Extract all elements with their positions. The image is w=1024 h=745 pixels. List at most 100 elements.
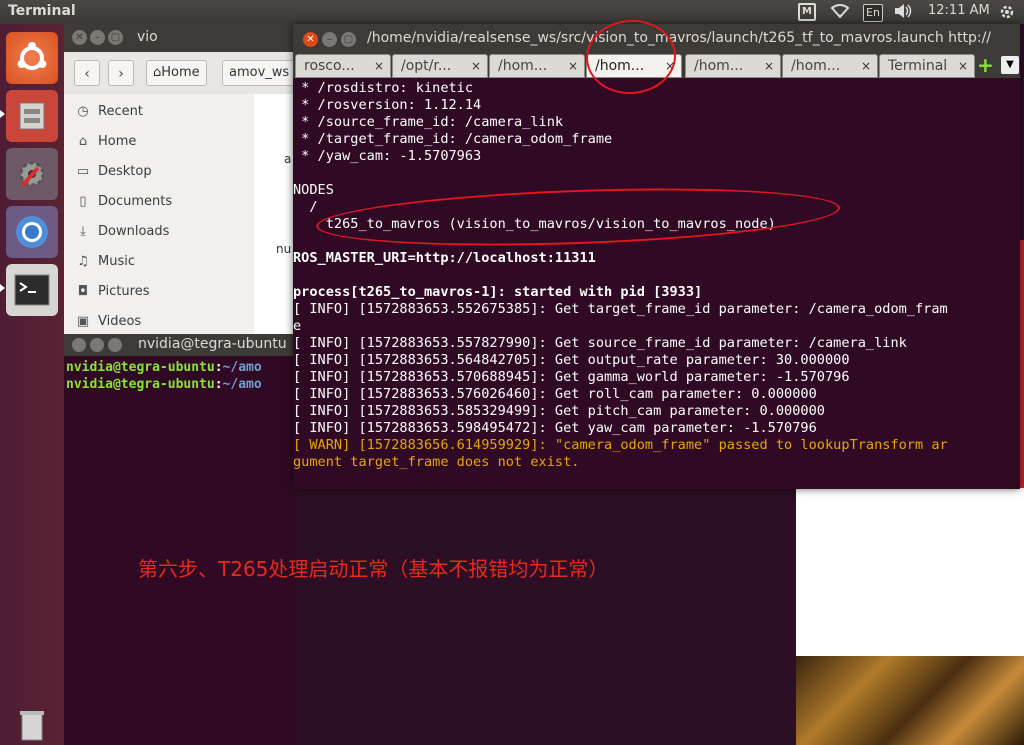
output-line: ROS_MASTER_URI=http://localhost:11311 (293, 250, 596, 266)
output-line: [ INFO] [1572883653.598495472]: Get yaw_… (293, 420, 817, 436)
maximize-icon[interactable]: ▢ (341, 32, 356, 47)
file-manager-window: ✕ – ▢ vio ‹ › ⌂Home amov_ws ◷ Recent ⌂ Hom… (64, 24, 297, 334)
minimize-icon[interactable]: – (322, 32, 337, 47)
close-tab-icon[interactable]: × (861, 55, 871, 77)
output-line: [ INFO] [1572883653.570688945]: Get gamm… (293, 369, 850, 385)
desktop-wallpaper-image (796, 656, 1024, 745)
close-tab-icon[interactable]: × (958, 55, 968, 77)
main-terminal-window[interactable]: ✕ – ▢ /home/nvidia/realsense_ws/src/visi… (293, 24, 1020, 489)
background-window-edge (1020, 240, 1024, 488)
output-line: * /yaw_cam: -1.5707963 (293, 148, 482, 164)
launcher-terminal-button[interactable] (6, 264, 58, 316)
step-caption: 第六步、T265处理启动正常（基本不报错均为正常） (138, 557, 609, 581)
background-terminal-titlebar[interactable]: nvidia@tegra-ubuntu (64, 334, 296, 356)
maximize-icon[interactable] (108, 338, 122, 352)
file-manager-titlebar[interactable]: ✕ – ▢ vio (64, 24, 296, 52)
close-icon[interactable] (72, 338, 86, 352)
wifi-icon[interactable] (830, 3, 850, 23)
home-icon: ⌂ (78, 134, 88, 149)
video-icon: ▣ (76, 314, 90, 329)
file-view[interactable]: a nu (254, 94, 296, 334)
output-line: NODES (293, 182, 334, 198)
launcher-trash-button[interactable] (6, 706, 58, 744)
terminal-tab[interactable]: rosco... × (295, 54, 391, 78)
launcher-settings-button[interactable] (6, 148, 58, 200)
output-line: * /rosdistro: kinetic (293, 80, 474, 96)
places-sidebar: ◷ Recent ⌂ Home ▭ Desktop ▯ Documents ⤓ Downl… (64, 94, 254, 334)
terminal-tab[interactable]: Terminal × (879, 54, 975, 78)
new-tab-plus-icon[interactable]: + (977, 55, 995, 76)
close-tab-icon[interactable]: × (764, 55, 774, 77)
running-indicator (0, 284, 5, 292)
output-line: [ INFO] [1572883653.576026460]: Get roll… (293, 386, 817, 402)
tab-menu-chevron-down-icon[interactable]: ▼ (1001, 56, 1019, 74)
minimize-icon[interactable] (90, 338, 104, 352)
close-icon[interactable]: ✕ (303, 32, 318, 47)
chromium-icon (6, 206, 58, 258)
window-title: nvidia@tegra-ubuntu (138, 336, 287, 352)
top-panel: Terminal M En 12:11 AM (0, 0, 1024, 24)
output-line: * /target_frame_id: /camera_odom_frame (293, 131, 613, 147)
camera-icon: ◘ (77, 284, 89, 299)
background-terminal-window[interactable]: nvidia@tegra-ubuntu nvidia@tegra-ubuntu:… (64, 334, 296, 745)
music-icon: ♫ (77, 254, 89, 269)
terminal-output[interactable]: * /rosdistro: kinetic * /rosversion: 1.1… (293, 78, 1020, 489)
launcher-files-button[interactable] (6, 90, 58, 142)
sidebar-item-home[interactable]: ⌂ Home (74, 134, 137, 149)
sidebar-item-documents[interactable]: ▯ Documents (74, 194, 172, 209)
output-line: [ INFO] [1572883653.557827990]: Get sour… (293, 335, 907, 351)
sidebar-item-pictures[interactable]: ◘ Pictures (74, 284, 150, 299)
clock[interactable]: 12:11 AM (928, 3, 990, 18)
terminal-tab[interactable]: /opt/r... × (392, 54, 488, 78)
close-tab-icon[interactable]: × (374, 55, 384, 77)
file-label-fragment: a (284, 152, 292, 166)
document-icon: ▯ (79, 194, 87, 209)
session-gear-icon[interactable] (998, 3, 1016, 25)
launcher (0, 24, 65, 745)
file-label-fragment: nu (276, 242, 292, 256)
output-line: / (293, 199, 318, 215)
sidebar-item-downloads[interactable]: ⤓ Downloads (74, 224, 169, 239)
file-cabinet-icon (6, 90, 58, 142)
clock-icon: ◷ (77, 104, 89, 119)
keyboard-layout-indicator[interactable]: En (863, 4, 883, 22)
output-line: * /rosversion: 1.12.14 (293, 97, 482, 113)
sidebar-item-recent[interactable]: ◷ Recent (74, 104, 143, 119)
active-app-title: Terminal (8, 3, 76, 19)
file-manager-toolbar: ‹ › ⌂Home amov_ws (64, 52, 297, 95)
ubuntu-logo-icon (6, 32, 58, 84)
warning-line: [ WARN] [1572883656.614959929]: "camera_… (293, 437, 948, 453)
launcher-dash-button[interactable] (6, 32, 58, 84)
prompt-line: nvidia@tegra-ubuntu:~/amo (66, 360, 262, 375)
launcher-chromium-button[interactable] (6, 206, 58, 258)
volume-icon[interactable] (893, 3, 913, 23)
terminal-tab[interactable]: /hom... × (782, 54, 878, 78)
breadcrumb-amov-ws[interactable]: amov_ws (222, 60, 297, 86)
app-indicator-icon[interactable]: M (798, 3, 816, 21)
terminal-tab[interactable]: /hom... × (489, 54, 585, 78)
close-tab-icon[interactable]: × (568, 55, 578, 77)
warning-line: gument target_frame does not exist. (293, 454, 580, 470)
background-window (796, 488, 1024, 656)
terminal-icon (6, 264, 58, 316)
output-line: [ INFO] [1572883653.564842705]: Get outp… (293, 352, 850, 368)
terminal-tab[interactable]: /hom... × (685, 54, 781, 78)
window-title: vio (137, 29, 158, 45)
sidebar-item-desktop[interactable]: ▭ Desktop (74, 164, 152, 179)
close-tab-icon[interactable]: × (471, 55, 481, 77)
maximize-icon[interactable]: ▢ (108, 30, 123, 45)
sidebar-item-music[interactable]: ♫ Music (74, 254, 135, 269)
breadcrumb-home[interactable]: ⌂Home (146, 60, 207, 86)
settings-tools-icon (6, 148, 58, 200)
output-line: process[t265_to_mavros-1]: started with … (293, 284, 703, 300)
output-line: * /source_frame_id: /camera_link (293, 114, 564, 130)
folder-icon: ▭ (76, 164, 90, 179)
download-icon: ⤓ (80, 224, 86, 239)
close-icon[interactable]: ✕ (72, 30, 87, 45)
back-button[interactable]: ‹ (74, 60, 100, 86)
sidebar-item-videos[interactable]: ▣ Videos (74, 314, 141, 329)
forward-button[interactable]: › (108, 60, 134, 86)
prompt-line: nvidia@tegra-ubuntu:~/amo (66, 377, 262, 392)
minimize-icon[interactable]: – (90, 30, 105, 45)
running-indicator (0, 110, 5, 118)
